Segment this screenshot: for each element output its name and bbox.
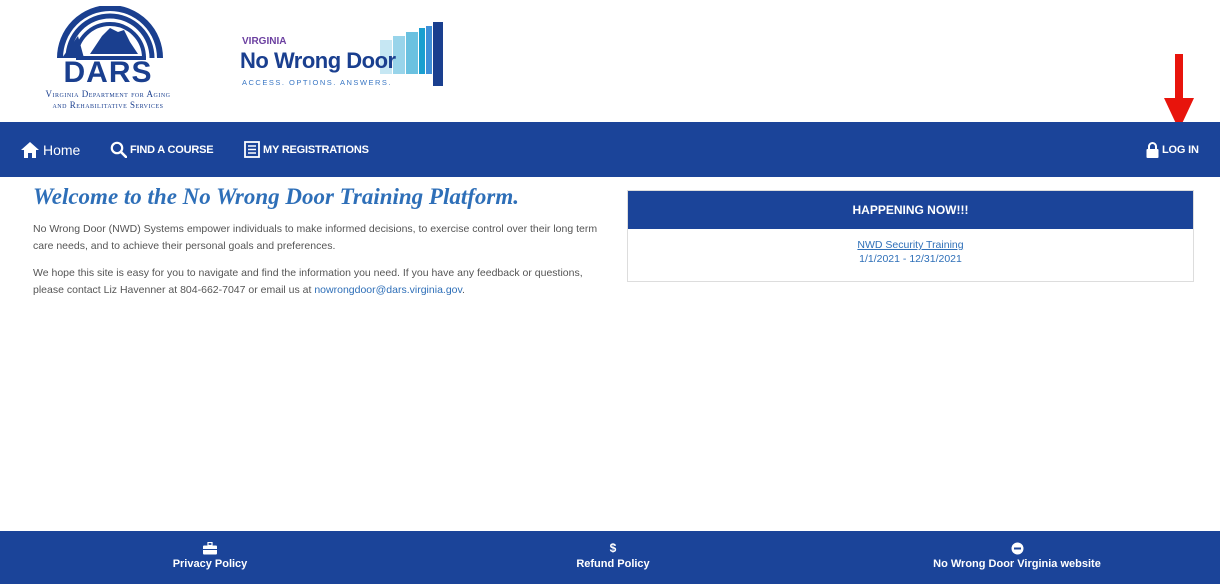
contact-paragraph: We hope this site is easy for you to nav…: [33, 265, 603, 299]
contact-text-end: .: [461, 284, 465, 296]
nav-find-course[interactable]: FIND A COURSE: [110, 122, 214, 177]
dars-arch-icon: [57, 6, 163, 60]
nwd-logo[interactable]: VIRGINIA No Wrong Door ACCESS. OPTIONS. …: [240, 22, 450, 92]
dars-logo-line1: Virginia Department for Aging: [45, 89, 171, 99]
dars-logo-line2: and Rehabilitative Services: [52, 100, 164, 110]
site-footer: Privacy Policy $ Refund Policy No Wrong …: [0, 531, 1220, 584]
nav-login[interactable]: LOG IN: [1146, 122, 1199, 177]
main-nav: Home FIND A COURSE MY REGISTRATIONS LOG …: [0, 122, 1220, 177]
nwd-logo-title: No Wrong Door: [240, 48, 396, 73]
dollar-icon: $: [609, 541, 617, 555]
contact-text: We hope this site is easy for you to nav…: [33, 267, 583, 296]
event-title-link[interactable]: NWD Security Training: [628, 238, 1193, 253]
happening-now-panel: HAPPENING NOW!!! NWD Security Training 1…: [627, 190, 1194, 282]
nwd-logo-tagline: ACCESS. OPTIONS. ANSWERS.: [242, 78, 393, 87]
happening-now-heading: HAPPENING NOW!!!: [628, 191, 1193, 229]
nav-my-registrations-label: MY REGISTRATIONS: [263, 143, 369, 156]
event-dates: 1/1/2021 - 12/31/2021: [859, 253, 962, 265]
footer-refund-label: Refund Policy: [576, 558, 650, 570]
footer-nwd-website[interactable]: No Wrong Door Virginia website: [867, 531, 1167, 584]
nav-home[interactable]: Home: [21, 122, 80, 177]
nav-find-course-label: FIND A COURSE: [130, 143, 214, 156]
welcome-heading: Welcome to the No Wrong Door Training Pl…: [33, 184, 520, 209]
list-icon: [244, 141, 260, 158]
contact-email-link[interactable]: nowrongdoor@dars.virginia.gov: [314, 284, 462, 296]
circle-icon: [1011, 542, 1023, 555]
footer-privacy-policy[interactable]: Privacy Policy: [60, 531, 360, 584]
footer-nwd-label: No Wrong Door Virginia website: [933, 558, 1101, 570]
search-icon: [110, 141, 127, 158]
footer-refund-policy[interactable]: $ Refund Policy: [463, 531, 763, 584]
briefcase-icon: [203, 542, 217, 555]
lock-icon: [1146, 141, 1159, 158]
nav-login-label: LOG IN: [1162, 143, 1199, 156]
home-icon: [21, 141, 39, 158]
intro-paragraph: No Wrong Door (NWD) Systems empower indi…: [33, 223, 598, 252]
nwd-logo-state: VIRGINIA: [242, 36, 287, 47]
footer-privacy-label: Privacy Policy: [172, 558, 248, 570]
dars-logo-word: DARS: [63, 56, 153, 89]
site-header: DARS Virginia Department for Aging and R…: [0, 0, 1220, 130]
nav-my-registrations[interactable]: MY REGISTRATIONS: [244, 122, 369, 177]
nav-home-label: Home: [43, 141, 81, 158]
dars-logo[interactable]: DARS Virginia Department for Aging and R…: [8, 6, 208, 116]
